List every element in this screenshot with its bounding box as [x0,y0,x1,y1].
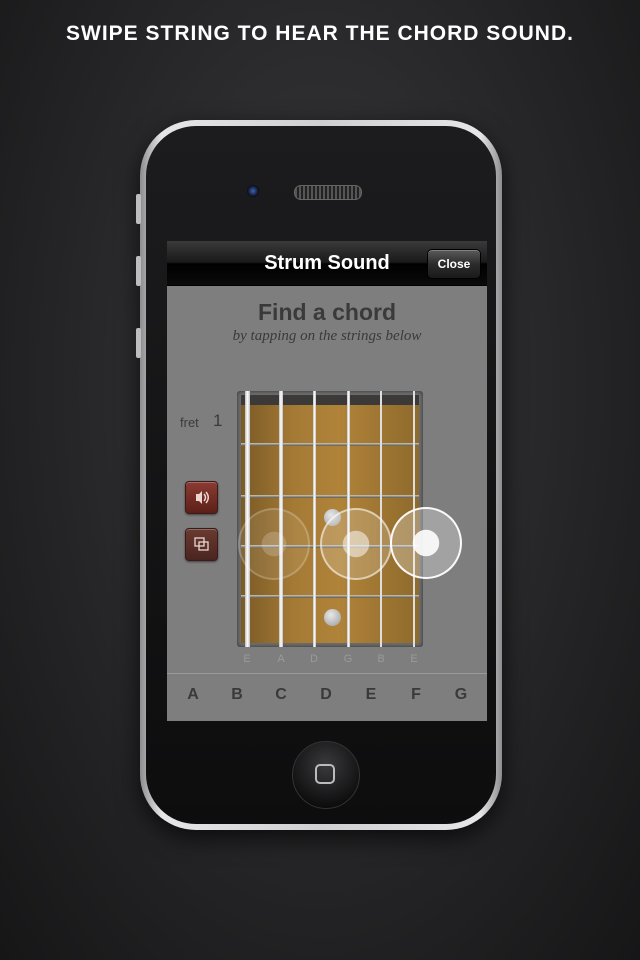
string-label: E [410,653,418,665]
chord-key-a[interactable]: A [178,686,208,704]
finger-marker[interactable] [320,508,392,580]
nut [241,395,419,405]
chord-key-e[interactable]: E [356,686,386,704]
home-square-icon [315,764,335,784]
page-subtitle: by tapping on the strings below [232,328,422,344]
finger-marker[interactable] [238,508,310,580]
string-d[interactable] [313,391,316,647]
chord-key-d[interactable]: D [311,686,341,704]
app-screen: Strum Sound Close Find a chord by tappin… [167,241,487,721]
fret-wire [241,595,419,598]
string-label: D [310,653,318,665]
mute-switch [136,194,141,224]
navigation-bar: Strum Sound Close [167,241,487,286]
fret-marker-dot [324,609,341,626]
string-label: B [377,653,385,665]
chord-key-f[interactable]: F [401,686,431,704]
phone-face: Strum Sound Close Find a chord by tappin… [146,126,496,824]
string-label: A [277,653,285,665]
volume-up-button [136,256,141,286]
string-label: G [343,653,353,665]
chord-key-bar: A B C D E F G [167,673,487,721]
chord-key-g[interactable]: G [446,686,476,704]
copy-chord-button[interactable] [185,528,218,561]
instruction-caption: SWIPE STRING TO HEAR THE CHORD SOUND. [66,22,574,45]
string-label: E [243,653,251,665]
volume-down-button [136,328,141,358]
fret-number: 1 [213,411,223,430]
fret-label: fret [180,415,199,430]
phone-frame: Strum Sound Close Find a chord by tappin… [136,120,502,830]
play-sound-button[interactable] [185,481,218,514]
fret-wire [241,443,419,446]
home-button[interactable] [292,741,360,809]
close-button[interactable]: Close [427,249,481,279]
chord-key-c[interactable]: C [266,686,296,704]
finger-marker[interactable] [390,507,462,579]
front-camera-icon [247,185,259,197]
speaker-icon [186,482,217,513]
chord-key-b[interactable]: B [222,686,252,704]
fret-wire [241,495,419,498]
copy-icon [186,529,217,560]
page-title: Find a chord [258,299,396,325]
earpiece-speaker [294,185,362,200]
